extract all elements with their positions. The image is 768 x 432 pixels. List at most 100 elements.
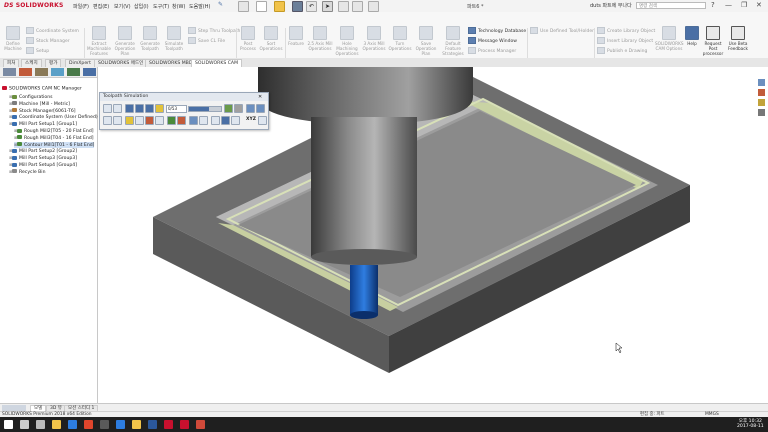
featuremanager-tab-icon[interactable] bbox=[3, 68, 16, 76]
tree-item[interactable]: ⊞ Rough Mill2[T05 - 20 Flat End] bbox=[14, 128, 94, 134]
close-button[interactable]: ✕ bbox=[756, 1, 762, 9]
menu-edit[interactable]: 편집(E) bbox=[93, 3, 109, 10]
sim-option-3-icon[interactable] bbox=[125, 116, 134, 125]
mail-taskbar-icon[interactable] bbox=[116, 420, 125, 429]
select-cursor-icon[interactable]: ➤ bbox=[322, 1, 333, 12]
nc-manager-root[interactable]: SOLIDWORKS CAM NC Manager bbox=[2, 86, 82, 92]
restore-button[interactable]: ❐ bbox=[741, 1, 747, 9]
store-taskbar-icon[interactable] bbox=[100, 420, 109, 429]
mill-operations-3-axis-button[interactable]: 3 Axis Mill Operations bbox=[361, 26, 387, 51]
request-post-processor-button[interactable]: Request Post processor bbox=[701, 26, 725, 56]
publish-edrawing-button[interactable]: Publish e Drawing bbox=[597, 47, 647, 54]
home-icon[interactable] bbox=[238, 1, 249, 12]
tree-item[interactable]: ⊞ Machine [Mill - Metric] bbox=[9, 101, 70, 107]
menu-file[interactable]: 파일(F) bbox=[73, 3, 89, 10]
sim-option-12-icon[interactable] bbox=[221, 116, 230, 125]
help-button[interactable]: Help bbox=[684, 26, 700, 46]
tree-item[interactable]: ⊞ Mill Part Setup4 [Group4] bbox=[9, 162, 77, 168]
insert-library-object-button[interactable]: Insert Library Object bbox=[597, 37, 653, 44]
turn-operations-button[interactable]: Turn Operations bbox=[388, 26, 412, 51]
tree-item[interactable]: ⊞ Stock Manager[6061-T6] bbox=[9, 108, 76, 114]
tab-features[interactable]: 피처 bbox=[3, 59, 20, 67]
hud-scene-icon[interactable] bbox=[758, 99, 765, 106]
undo-icon[interactable]: ↶ bbox=[306, 1, 317, 12]
solidworks-logo[interactable]: DS SOLIDWORKS bbox=[4, 2, 63, 9]
tab-dimxpert[interactable]: DimXpert bbox=[65, 59, 95, 67]
tree-item[interactable]: ⊞ Configurations bbox=[9, 94, 53, 100]
minimize-button[interactable]: — bbox=[725, 1, 732, 9]
rebuild-icon[interactable] bbox=[338, 1, 349, 12]
search-commands-input[interactable]: 명령 검색 bbox=[636, 2, 706, 9]
play-icon[interactable] bbox=[155, 104, 164, 113]
user-account[interactable]: duts 파트에 부나다 bbox=[590, 2, 632, 9]
process-manager-button[interactable]: Process Manager bbox=[468, 47, 516, 54]
message-window-button[interactable]: Message Window bbox=[468, 37, 517, 44]
sim-option-9-icon[interactable] bbox=[189, 116, 198, 125]
dialog-close-button[interactable]: ✕ bbox=[258, 94, 262, 100]
tree-item[interactable]: ⊞ Rough Mill3[T04 - 16 Flat End] bbox=[14, 135, 94, 141]
solidworks-icon-1-taskbar-icon[interactable] bbox=[164, 420, 173, 429]
technology-database-button[interactable]: Technology Database bbox=[468, 27, 526, 34]
mill-operations-2-5-axis-button[interactable]: 2.5 Axis Mill Operations bbox=[307, 26, 333, 51]
step-forward-icon[interactable] bbox=[145, 104, 154, 113]
menu-view[interactable]: 보기(V) bbox=[114, 3, 131, 10]
sim-option-7-icon[interactable] bbox=[167, 116, 176, 125]
chrome-taskbar-icon[interactable] bbox=[84, 420, 93, 429]
sort-operations-button[interactable]: Sort Operations bbox=[259, 26, 283, 51]
options-gear-icon[interactable] bbox=[368, 1, 379, 12]
sim-option-14-icon[interactable] bbox=[258, 116, 267, 125]
sim-option-5-icon[interactable] bbox=[145, 116, 154, 125]
start-taskbar-icon[interactable] bbox=[4, 420, 13, 429]
save-operation-plan-button[interactable]: Save Operation Plan bbox=[413, 26, 439, 56]
open-folder-icon[interactable] bbox=[274, 1, 285, 12]
dimxpertmanager-tab-icon[interactable] bbox=[51, 68, 64, 76]
menu-help[interactable]: 도움말(H) bbox=[189, 3, 210, 10]
save-cl-file-button[interactable]: Save CL File bbox=[188, 37, 225, 44]
help-icon[interactable]: ? bbox=[711, 1, 715, 9]
tab-solidworks-addins[interactable]: SOLIDWORKS 애드인 bbox=[94, 59, 148, 67]
tree-item[interactable]: ⊞ Mill Part Setup2 [Group2] bbox=[9, 148, 77, 154]
task-view-taskbar-icon[interactable] bbox=[36, 420, 45, 429]
app-icon-taskbar-icon[interactable] bbox=[196, 420, 205, 429]
print-icon[interactable] bbox=[292, 1, 303, 12]
cam-feature-tree-tab-icon[interactable] bbox=[67, 68, 80, 76]
tree-item[interactable]: ⊞ Mill Part Setup1 [Group1] bbox=[9, 121, 77, 127]
menu-tools[interactable]: 도구(T) bbox=[153, 3, 169, 10]
generate-toolpath-button[interactable]: Generate Toolpath bbox=[138, 26, 162, 51]
sim-mode-icon[interactable] bbox=[103, 104, 112, 113]
tree-item[interactable]: ⊞ Contour Mill1[T01 - 6 Flat End] bbox=[14, 141, 95, 148]
step-back-icon[interactable] bbox=[135, 104, 144, 113]
sim-option-11-icon[interactable] bbox=[211, 116, 220, 125]
rewind-icon[interactable] bbox=[125, 104, 134, 113]
user-defined-tool-holder-button[interactable]: Use Defined Tool/Holder bbox=[530, 27, 594, 34]
tab-solidworks-mbd[interactable]: SOLIDWORKS MBD bbox=[145, 59, 197, 67]
hud-settings-icon[interactable] bbox=[758, 109, 765, 116]
folder-taskbar-icon[interactable] bbox=[132, 420, 141, 429]
sim-option-2-icon[interactable] bbox=[113, 116, 122, 125]
tab-sketch[interactable]: 스케치 bbox=[21, 59, 42, 67]
feature-button[interactable]: Feature bbox=[286, 26, 306, 46]
speed-field[interactable]: 0/53 bbox=[166, 105, 187, 113]
define-machine-button[interactable]: Define Machine bbox=[2, 26, 24, 51]
post-process-button[interactable]: Post Process bbox=[238, 26, 258, 51]
hole-machining-operations-button[interactable]: Hole Machining Operations bbox=[334, 26, 360, 56]
menu-insert[interactable]: 삽입(I) bbox=[134, 3, 149, 10]
edge-taskbar-icon[interactable] bbox=[68, 420, 77, 429]
solidworks-cam-options-button[interactable]: SOLIDWORKS CAM Options bbox=[655, 26, 684, 51]
hud-view-icon[interactable] bbox=[758, 79, 765, 86]
search-taskbar-icon[interactable] bbox=[20, 420, 29, 429]
pin-icon[interactable]: ✎ bbox=[218, 1, 223, 8]
difference-display-icon[interactable] bbox=[246, 104, 255, 113]
coordinate-system-button[interactable]: Coordinate System bbox=[26, 27, 79, 34]
menu-window[interactable]: 창(W) bbox=[172, 3, 185, 10]
sim-option-10-icon[interactable] bbox=[199, 116, 208, 125]
explorer-taskbar-icon[interactable] bbox=[52, 420, 61, 429]
stock-manager-button[interactable]: Stock Manager bbox=[26, 37, 70, 44]
sim-option-8-icon[interactable] bbox=[177, 116, 186, 125]
hud-appearance-icon[interactable] bbox=[758, 89, 765, 96]
tab-solidworks-cam[interactable]: SOLIDWORKS CAM bbox=[191, 59, 243, 67]
sim-option-6-icon[interactable] bbox=[155, 116, 164, 125]
generate-operation-plan-button[interactable]: Generate Operation Plan bbox=[112, 26, 138, 56]
stock-display-icon[interactable] bbox=[224, 104, 233, 113]
use-beta-feedback-button[interactable]: Use Beta Feedback bbox=[726, 26, 750, 51]
